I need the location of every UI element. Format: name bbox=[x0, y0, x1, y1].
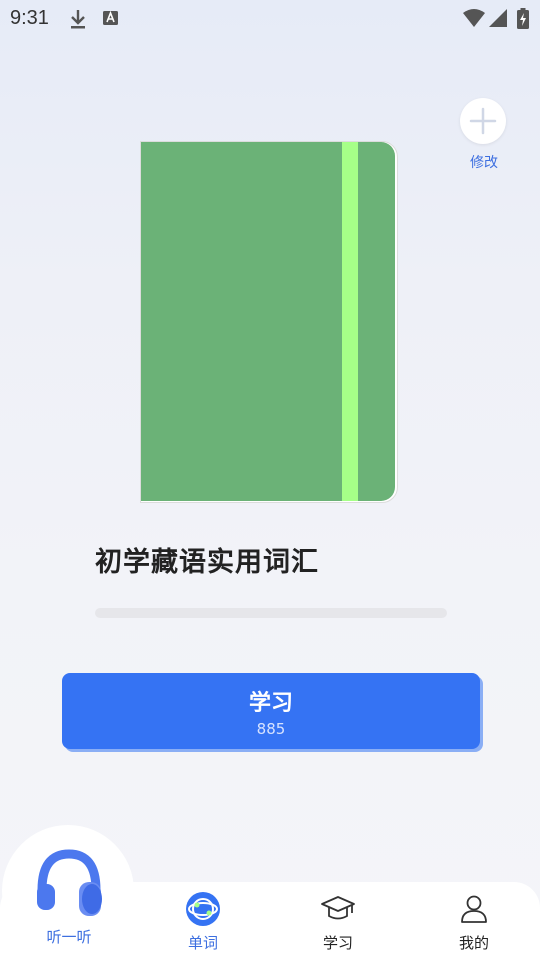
download-icon bbox=[71, 10, 85, 29]
battery-charging-icon bbox=[517, 8, 529, 29]
study-label: 学习 bbox=[248, 691, 293, 716]
nav-item-study[interactable]: 学习 bbox=[298, 882, 378, 960]
book-title: 初学藏语实用词汇 bbox=[95, 547, 319, 578]
keyboard-a-icon bbox=[103, 10, 118, 25]
status-bar: 9:31 bbox=[0, 0, 540, 38]
graduation-cap-icon bbox=[321, 896, 355, 920]
study-button[interactable]: 学习 885 bbox=[62, 673, 480, 749]
person-icon bbox=[461, 895, 487, 923]
nav-item-listen[interactable]: 听一听 bbox=[27, 848, 111, 948]
status-time: 9:31 bbox=[10, 7, 49, 29]
nav-label-words: 单词 bbox=[187, 934, 218, 952]
nav-label-mine: 我的 bbox=[458, 934, 489, 952]
headphones-icon bbox=[37, 849, 102, 916]
globe-book-icon bbox=[186, 892, 220, 926]
book-strap bbox=[342, 142, 358, 501]
wifi-icon bbox=[463, 9, 485, 27]
edit-label: 修改 bbox=[470, 155, 498, 171]
edit-button[interactable]: 修改 bbox=[460, 98, 508, 174]
nav-item-words[interactable]: 单词 bbox=[163, 882, 243, 960]
nav-label-listen: 听一听 bbox=[46, 928, 92, 946]
book-cover[interactable] bbox=[140, 141, 398, 503]
edit-circle[interactable] bbox=[460, 98, 506, 144]
study-count: 885 bbox=[256, 720, 286, 738]
progress-bar bbox=[95, 608, 447, 618]
nav-label-study: 学习 bbox=[322, 934, 353, 952]
signal-icon bbox=[489, 9, 507, 27]
plus-icon bbox=[469, 107, 497, 135]
nav-item-mine[interactable]: 我的 bbox=[434, 882, 514, 960]
